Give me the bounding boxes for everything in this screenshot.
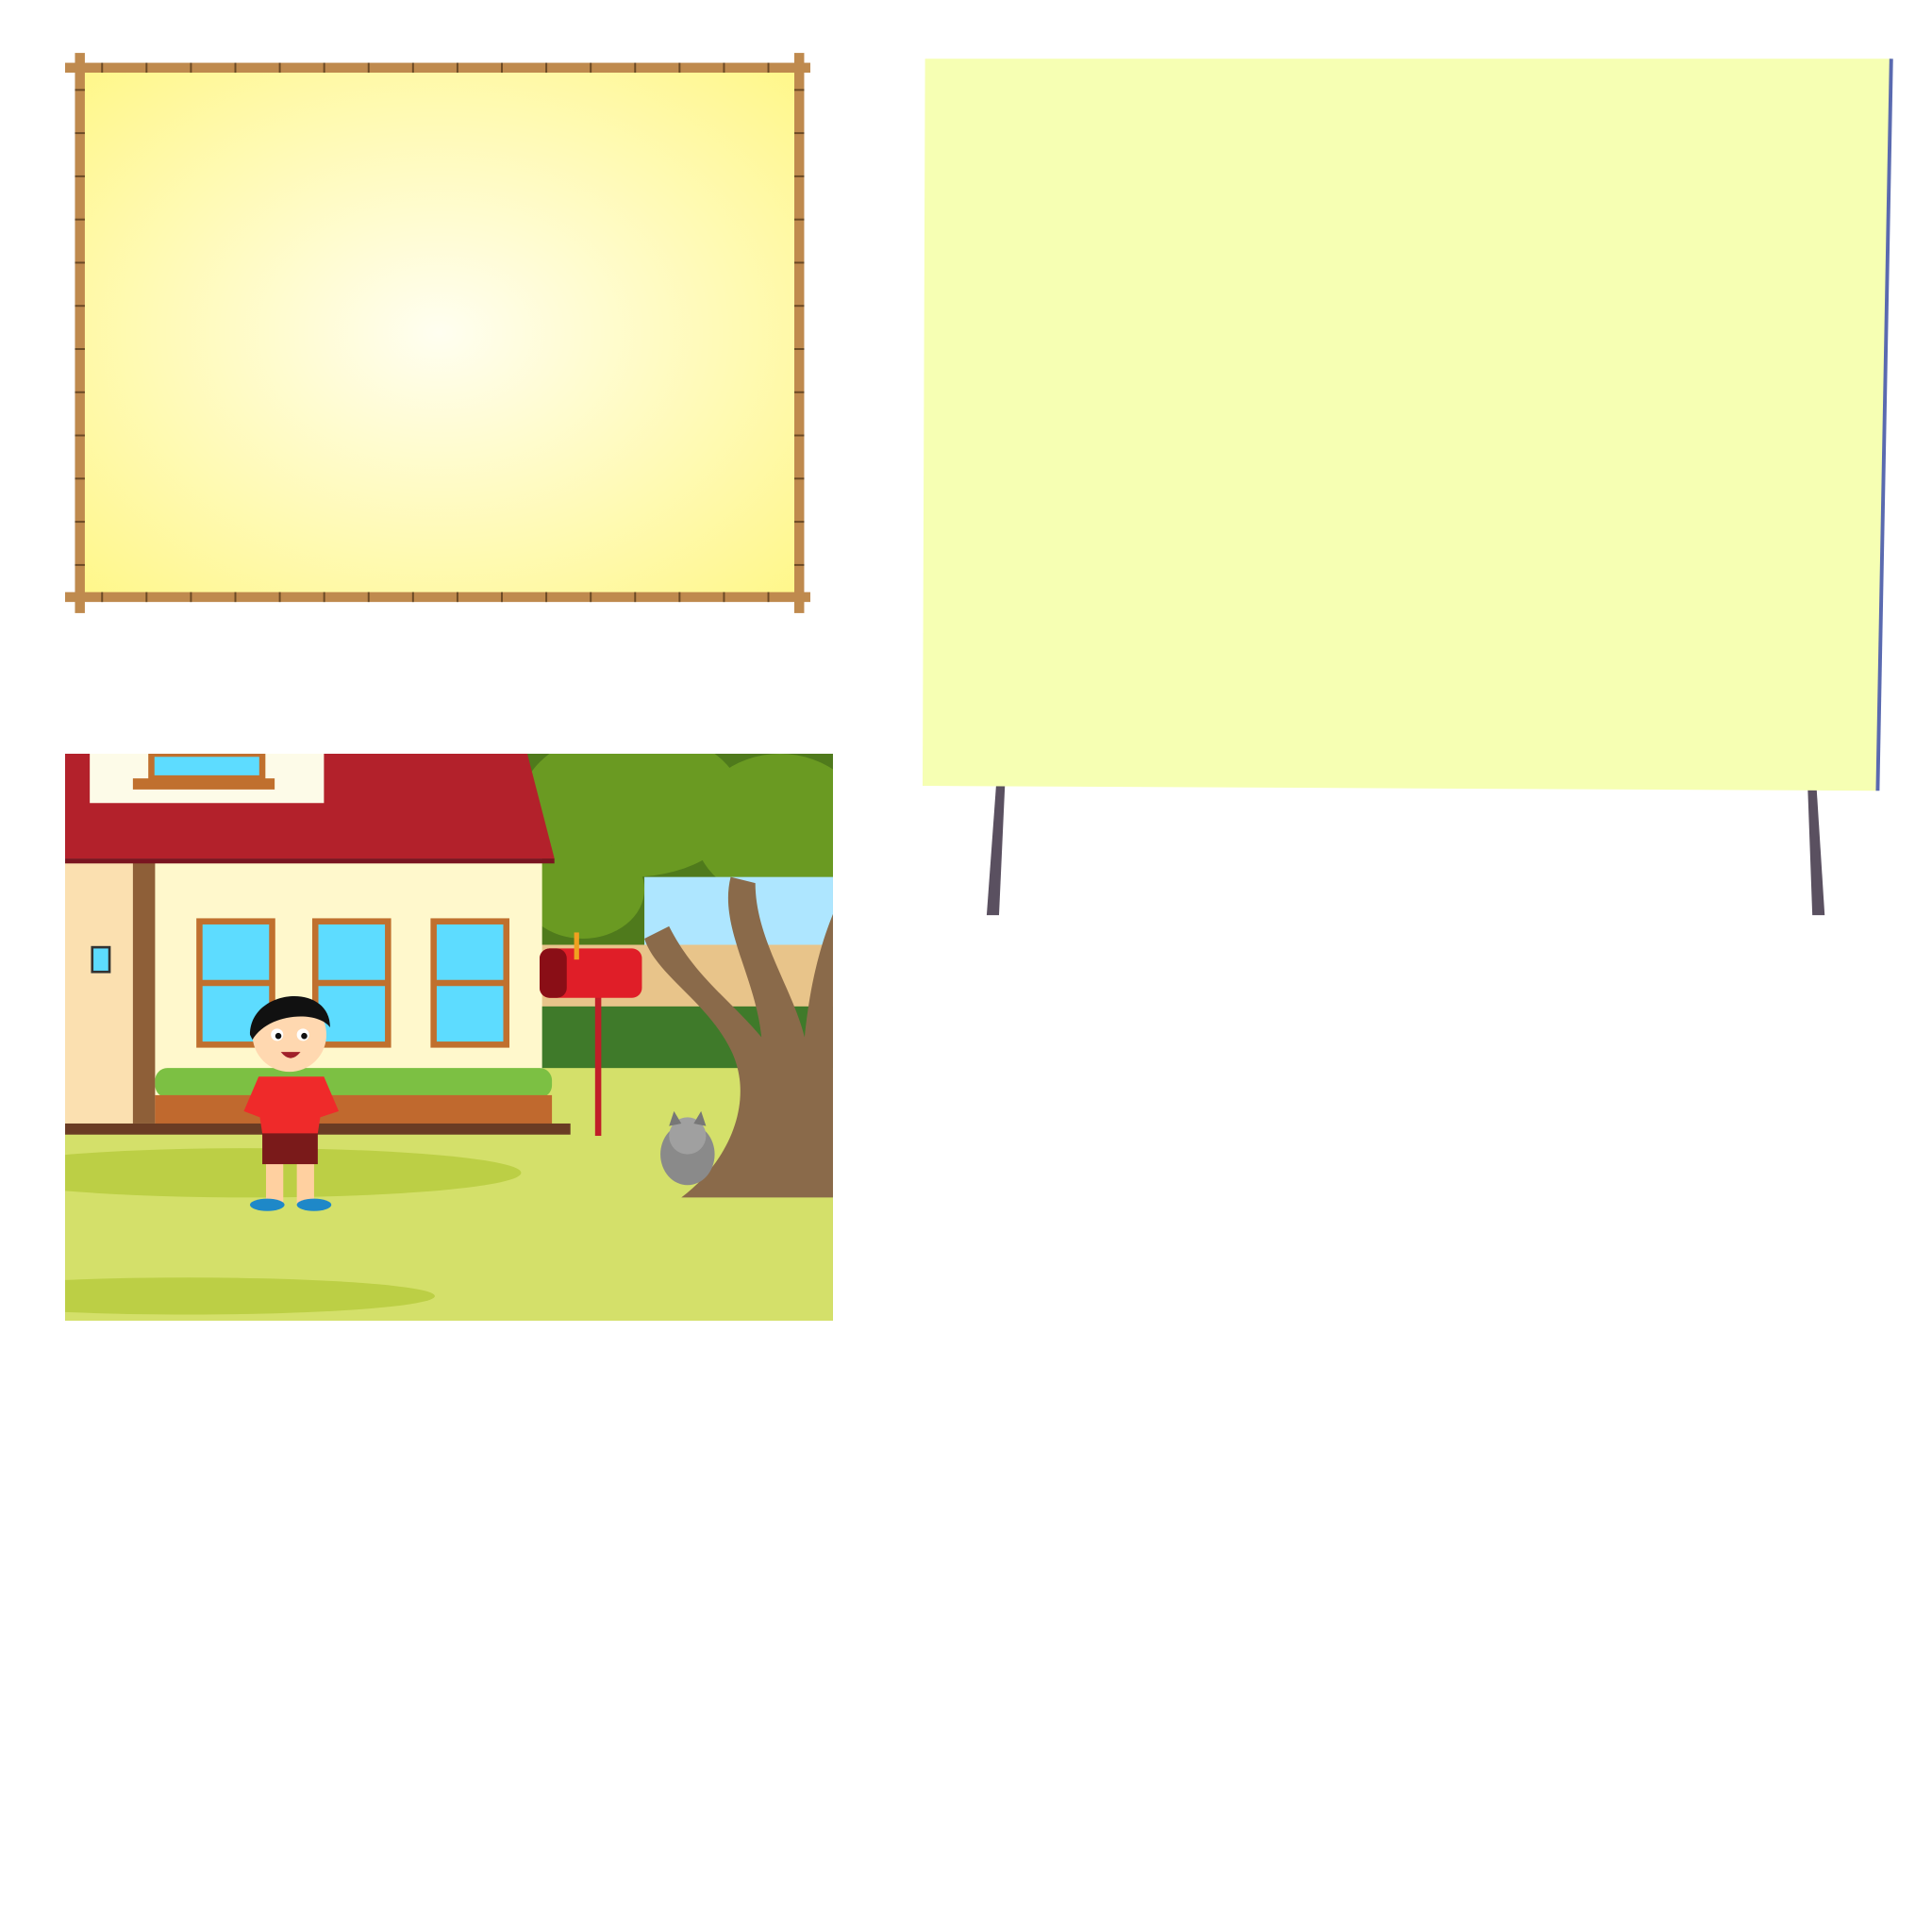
board-leg-left	[986, 779, 1006, 916]
panel-surface	[79, 67, 800, 599]
board-leg-right	[1807, 779, 1825, 916]
brick-planter	[155, 1094, 553, 1126]
board-surface	[923, 58, 1891, 791]
hedge	[155, 1068, 553, 1098]
display-board	[923, 58, 1893, 916]
bamboo-frame-panel	[65, 53, 810, 613]
house-windows	[196, 918, 510, 1048]
door-frame	[65, 861, 133, 1124]
cartoon-house-scene	[65, 754, 833, 1321]
wall-lamp	[91, 945, 111, 974]
